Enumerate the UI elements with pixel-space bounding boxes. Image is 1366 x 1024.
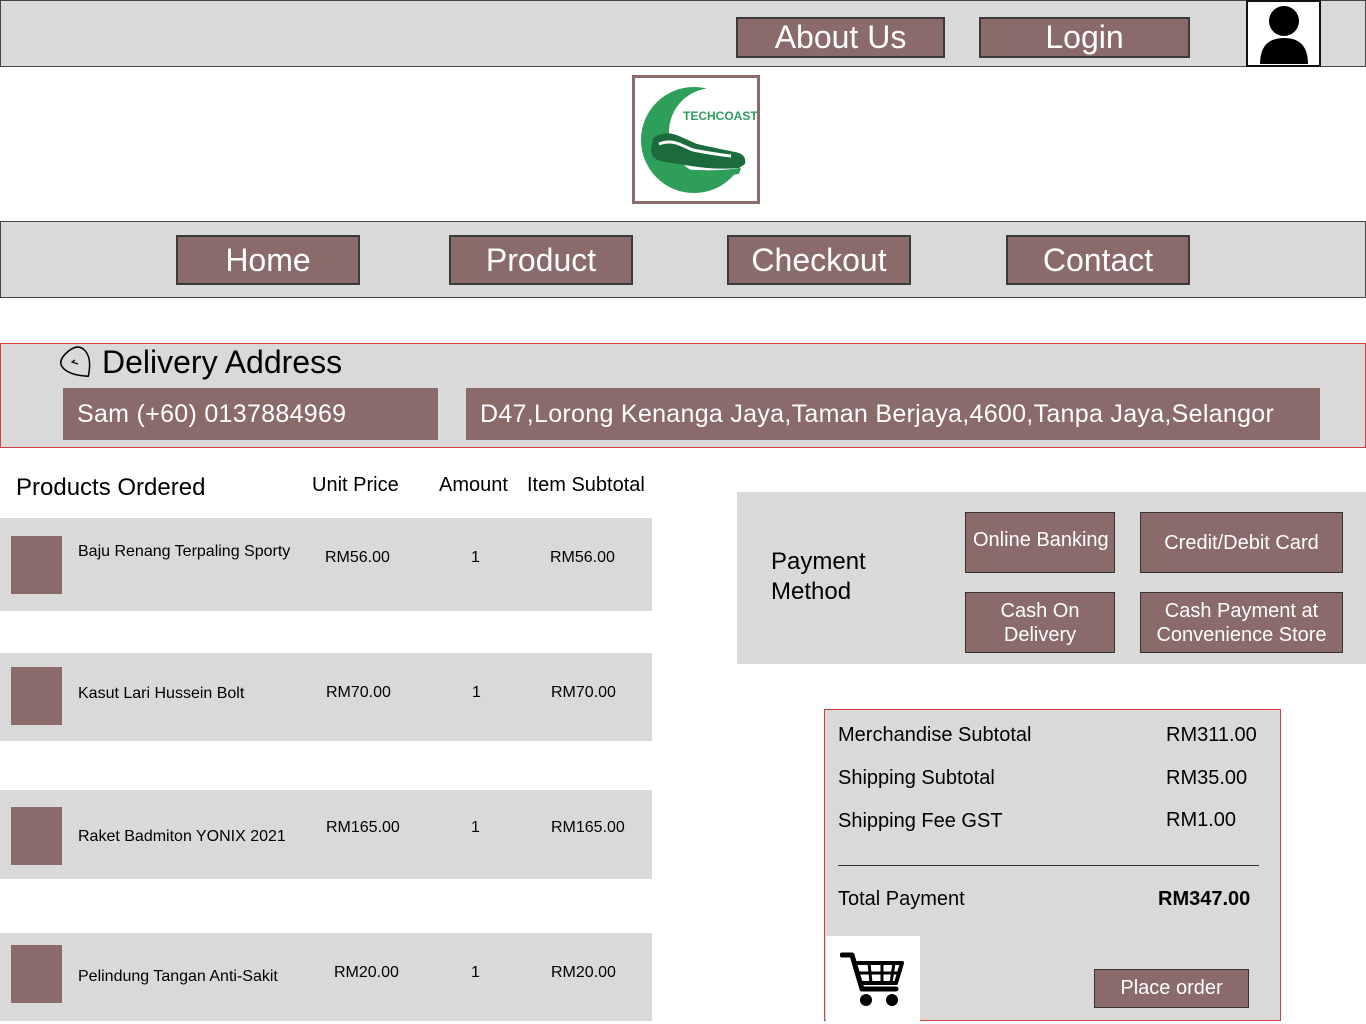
payment-method-title: Payment Method [771,548,866,605]
shipping-gst-label: Shipping Fee GST [838,810,1003,832]
shopping-cart-icon [840,952,904,1006]
nav-home-button[interactable]: Home [176,235,360,285]
product-row[interactable]: Pelindung Tangan Anti-Sakit RM20.00 1 RM… [0,933,652,1021]
header-amount: Amount [439,474,508,496]
shipping-subtotal-label: Shipping Subtotal [838,767,995,789]
merchandise-subtotal-value: RM311.00 [1166,724,1257,746]
product-name: Pelindung Tangan Anti-Sakit [78,968,278,985]
summary-divider [838,865,1259,866]
product-thumbnail [11,536,62,594]
user-icon [1259,5,1308,64]
recipient-address[interactable]: D47,Lorong Kenanga Jaya,Taman Berjaya,46… [466,388,1320,440]
product-name: Raket Badmiton YONIX 2021 [78,828,286,845]
product-subtotal: RM70.00 [551,684,616,701]
logo-text: TECHCOAST [683,109,757,123]
place-order-button[interactable]: Place order [1094,969,1249,1008]
logo-icon: TECHCOAST [641,87,758,193]
product-subtotal: RM165.00 [551,819,625,836]
product-unit-price: RM20.00 [334,964,399,981]
login-button[interactable]: Login [979,17,1190,58]
nav-contact-button[interactable]: Contact [1006,235,1190,285]
location-pin-icon [58,345,98,383]
header-item-subtotal: Item Subtotal [527,474,645,496]
delivery-address-title: Delivery Address [102,344,343,380]
product-row[interactable]: Baju Renang Terpaling Sporty RM56.00 1 R… [0,518,652,611]
product-name: Baju Renang Terpaling Sporty [78,543,291,560]
techcoast-logo[interactable]: TECHCOAST [632,75,760,204]
product-amount: 1 [472,684,481,701]
header-unit-price: Unit Price [312,474,399,496]
product-thumbnail [11,945,62,1003]
convenience-store-payment-button[interactable]: Cash Payment at Convenience Store [1140,592,1343,653]
product-amount: 1 [471,549,480,566]
product-row[interactable]: Kasut Lari Hussein Bolt RM70.00 1 RM70.0… [0,653,652,741]
product-unit-price: RM56.00 [325,549,390,566]
product-unit-price: RM70.00 [326,684,391,701]
nav-product-button[interactable]: Product [449,235,633,285]
total-payment-label: Total Payment [838,888,965,910]
product-thumbnail [11,667,62,725]
shipping-gst-value: RM1.00 [1166,809,1237,831]
product-unit-price: RM165.00 [326,819,400,836]
product-amount: 1 [471,964,480,981]
product-name: Kasut Lari Hussein Bolt [78,685,245,702]
online-banking-button[interactable]: Online Banking [965,512,1115,573]
product-subtotal: RM20.00 [551,964,616,981]
shipping-subtotal-value: RM35.00 [1166,767,1248,789]
product-thumbnail [11,807,62,865]
cash-on-delivery-button[interactable]: Cash On Delivery [965,592,1115,653]
nav-checkout-button[interactable]: Checkout [727,235,911,285]
product-row[interactable]: Raket Badmiton YONIX 2021 RM165.00 1 RM1… [0,790,652,879]
credit-debit-card-button[interactable]: Credit/Debit Card [1140,512,1343,573]
product-amount: 1 [471,819,480,836]
header-products-ordered: Products Ordered [16,474,206,501]
product-subtotal: RM56.00 [550,549,615,566]
recipient-name-phone[interactable]: Sam (+60) 0137884969 [63,388,438,440]
merchandise-subtotal-label: Merchandise Subtotal [838,724,1032,746]
user-avatar[interactable] [1246,0,1321,67]
total-payment-value: RM347.00 [1158,888,1251,910]
cart-button[interactable] [826,936,920,1022]
about-us-button[interactable]: About Us [736,17,945,58]
